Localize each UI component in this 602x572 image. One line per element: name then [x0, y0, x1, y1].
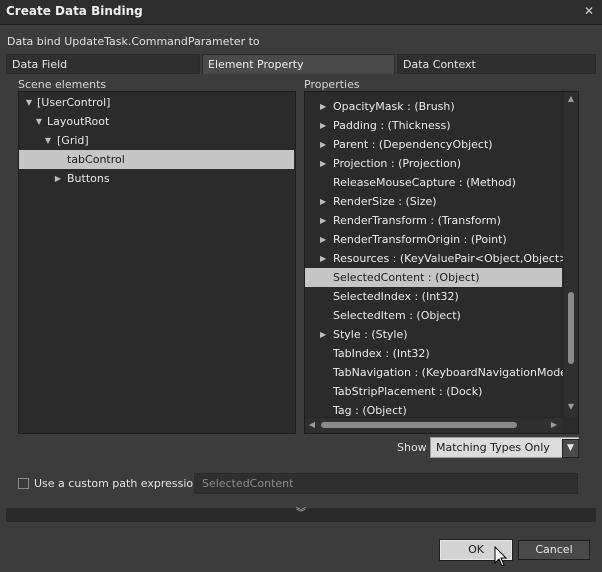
chevron-right-icon[interactable]: ▶: [320, 154, 326, 173]
chevron-right-icon[interactable]: ▶: [320, 325, 326, 344]
properties-list[interactable]: ​ ▶OpacityMask : (Brush) ▶Padding : (Thi…: [304, 91, 579, 434]
tree-item-label: tabControl: [67, 153, 125, 166]
custom-path-checkbox[interactable]: [18, 478, 29, 489]
custom-path-input[interactable]: SelectedContent: [194, 473, 578, 494]
tab-element-property[interactable]: Element Property: [202, 54, 395, 75]
property-label: RenderTransform : (Transform): [333, 214, 501, 227]
scroll-left-icon[interactable]: ◀: [307, 420, 317, 429]
close-icon[interactable]: ✕: [580, 2, 598, 20]
chevron-down-icon[interactable]: ▼: [43, 131, 53, 150]
chevron-down-icon[interactable]: ▼: [24, 93, 34, 112]
property-label: Parent : (DependencyObject): [333, 138, 493, 151]
show-filter-dropdown[interactable]: Matching Types Only: [430, 437, 579, 458]
tree-item-tabcontrol[interactable]: tabControl: [19, 150, 294, 169]
chevron-right-icon[interactable]: ▶: [320, 116, 326, 135]
scene-tree[interactable]: ▼ [UserControl] ▼ LayoutRoot ▼ [Grid] ta…: [18, 91, 296, 434]
property-label: SelectedContent : (Object): [333, 271, 480, 284]
property-row[interactable]: ▶ Resources : (KeyValuePair<Object,Object…: [305, 249, 563, 268]
tree-item-usercontrol[interactable]: ▼ [UserControl]: [19, 93, 294, 112]
property-label: Style : (Style): [333, 328, 408, 341]
property-label: TabIndex : (Int32): [333, 347, 430, 360]
property-label: Tag : (Object): [333, 404, 407, 417]
property-row[interactable]: ▶ Padding : (Thickness): [305, 116, 562, 135]
tree-item-layoutroot[interactable]: ▼ LayoutRoot: [19, 112, 294, 131]
chevron-down-icon[interactable]: ▼: [34, 112, 44, 131]
tab-data-context[interactable]: Data Context: [397, 54, 596, 74]
property-label: TabStripPlacement : (Dock): [333, 385, 483, 398]
show-label: Show: [397, 441, 427, 454]
vertical-scroll-thumb[interactable]: [568, 292, 574, 364]
tree-item-buttons[interactable]: ▶ Buttons: [19, 169, 294, 188]
property-row[interactable]: ▶ RenderSize : (Size): [305, 192, 562, 211]
property-row[interactable]: Tag : (Object): [305, 401, 562, 417]
show-filter-value: Matching Types Only: [436, 441, 550, 454]
property-row[interactable]: SelectedItem : (Object): [305, 306, 562, 325]
chevron-down-icon[interactable]: ▼: [562, 439, 579, 458]
property-row[interactable]: ▶ RenderTransform : (Transform): [305, 211, 562, 230]
scroll-right-icon[interactable]: ▶: [549, 420, 559, 429]
chevron-right-icon[interactable]: ▶: [320, 211, 326, 230]
tree-item-label: [UserControl]: [37, 96, 111, 109]
custom-path-label: Use a custom path expression: [34, 477, 201, 490]
property-label: Resources : (KeyValuePair<Object,Object>…: [333, 252, 563, 265]
property-label: SelectedIndex : (Int32): [333, 290, 459, 303]
tree-item-label: [Grid]: [57, 134, 89, 147]
property-label: SelectedItem : (Object): [333, 309, 461, 322]
property-row[interactable]: ▶ Parent : (DependencyObject): [305, 135, 562, 154]
chevron-right-icon[interactable]: ▶: [320, 135, 326, 154]
property-row[interactable]: ▶ Style : (Style): [305, 325, 562, 344]
property-label: Projection : (Projection): [333, 157, 462, 170]
property-row[interactable]: ReleaseMouseCapture : (Method): [305, 173, 562, 192]
property-row[interactable]: ▶ OpacityMask : (Brush): [305, 97, 562, 116]
property-row[interactable]: SelectedIndex : (Int32): [305, 287, 562, 306]
tree-item-label: Buttons: [67, 172, 110, 185]
property-label: Padding : (Thickness): [333, 119, 451, 132]
property-label: RenderTransformOrigin : (Point): [333, 233, 507, 246]
tree-item-label: LayoutRoot: [47, 115, 110, 128]
chevron-right-icon[interactable]: ▶: [320, 97, 326, 116]
properties-label: Properties: [304, 78, 360, 91]
double-chevron-down-icon[interactable]: ︾: [296, 508, 306, 519]
property-label: TabNavigation : (KeyboardNavigationMode): [333, 366, 563, 379]
property-label: RenderSize : (Size): [333, 195, 437, 208]
vertical-scrollbar[interactable]: ▲ ▼: [563, 92, 578, 417]
mouse-cursor-icon: [494, 546, 508, 567]
chevron-right-icon[interactable]: ▶: [53, 169, 63, 188]
cancel-button[interactable]: Cancel: [518, 540, 590, 560]
property-label: OpacityMask : (Brush): [333, 100, 455, 113]
properties-viewport: ​ ▶OpacityMask : (Brush) ▶Padding : (Thi…: [305, 92, 563, 417]
property-row[interactable]: TabNavigation : (KeyboardNavigationMode): [305, 363, 563, 382]
scene-elements-label: Scene elements: [18, 78, 107, 91]
expand-options-bar[interactable]: ︾: [6, 508, 596, 522]
chevron-right-icon[interactable]: ▶: [320, 249, 326, 268]
chevron-right-icon[interactable]: ▶: [320, 230, 326, 249]
tree-item-grid[interactable]: ▼ [Grid]: [19, 131, 294, 150]
property-row[interactable]: ▶ RenderTransformOrigin : (Point): [305, 230, 562, 249]
property-row-selected[interactable]: SelectedContent : (Object): [305, 268, 562, 287]
horizontal-scrollbar[interactable]: ◀ ▶: [305, 417, 563, 433]
dialog-title: Create Data Binding: [6, 4, 143, 18]
dialog-subtitle: Data bind UpdateTask.CommandParameter to: [7, 35, 260, 48]
scroll-down-icon[interactable]: ▼: [564, 402, 578, 411]
property-row[interactable]: TabIndex : (Int32): [305, 344, 562, 363]
horizontal-scroll-thumb[interactable]: [321, 422, 517, 428]
property-label: ReleaseMouseCapture : (Method): [333, 176, 516, 189]
property-row[interactable]: TabStripPlacement : (Dock): [305, 382, 562, 401]
tab-data-field[interactable]: Data Field: [6, 54, 200, 74]
property-row[interactable]: ▶ Projection : (Projection): [305, 154, 562, 173]
scroll-up-icon[interactable]: ▲: [564, 94, 578, 103]
chevron-right-icon[interactable]: ▶: [320, 192, 326, 211]
